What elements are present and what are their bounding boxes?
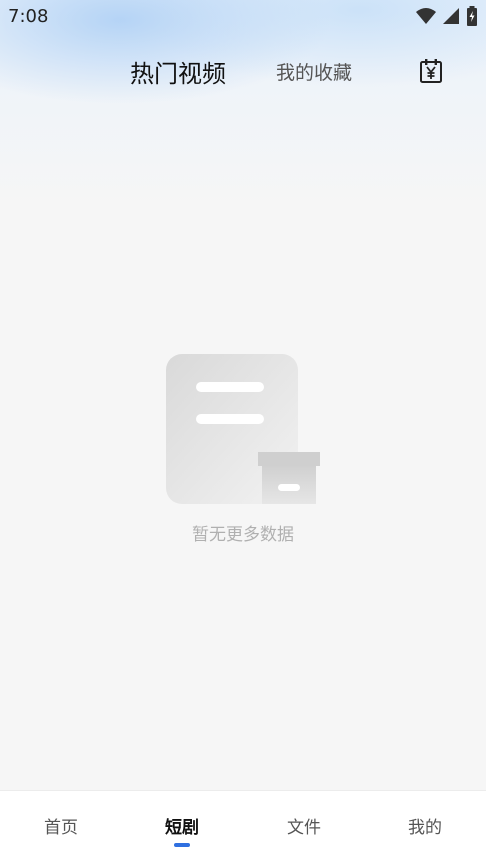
nav-item-label: 短剧 xyxy=(165,818,199,838)
bottom-nav: 首页 短剧 文件 我的 xyxy=(0,790,486,865)
battery-icon xyxy=(467,6,477,26)
signal-icon xyxy=(443,8,459,24)
header: 热门视频 我的收藏 xyxy=(0,44,486,100)
nav-item-mine[interactable]: 我的 xyxy=(375,813,475,838)
calendar-yen-icon[interactable] xyxy=(419,58,443,84)
tab-hot-videos[interactable]: 热门视频 xyxy=(130,54,226,89)
nav-item-label: 首页 xyxy=(44,818,78,838)
empty-data-illustration xyxy=(166,354,320,504)
status-time: 7:08 xyxy=(8,6,49,27)
active-tab-indicator xyxy=(174,843,190,847)
tab-my-favorites[interactable]: 我的收藏 xyxy=(276,58,352,85)
nav-item-label: 文件 xyxy=(287,818,321,838)
nav-item-home[interactable]: 首页 xyxy=(11,813,111,838)
nav-item-label: 我的 xyxy=(408,818,442,838)
nav-item-files[interactable]: 文件 xyxy=(254,813,354,838)
wifi-icon xyxy=(416,8,436,24)
status-bar: 7:08 xyxy=(0,0,486,34)
empty-message: 暂无更多数据 xyxy=(192,525,294,545)
status-icons xyxy=(416,6,478,26)
nav-item-shorts[interactable]: 短剧 xyxy=(132,813,232,847)
